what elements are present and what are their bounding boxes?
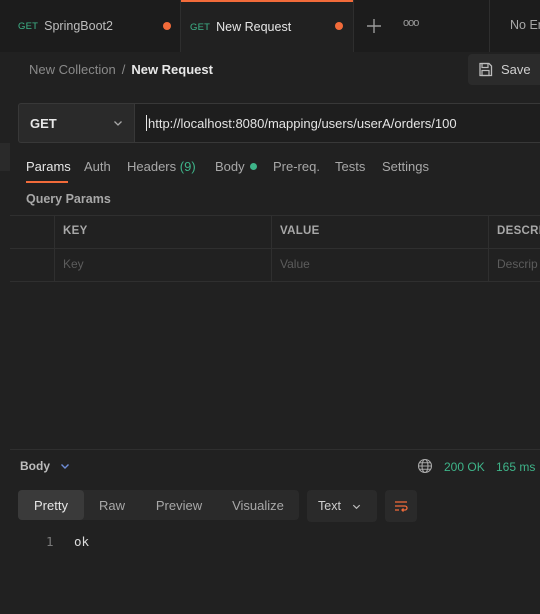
breadcrumb: New Collection / New Request — [29, 62, 213, 77]
table-border-top — [10, 215, 540, 216]
wrap-lines-button[interactable] — [385, 490, 417, 522]
tab-label: SpringBoot2 — [44, 19, 113, 33]
tab-label: New Request — [216, 20, 292, 34]
unsaved-dot-icon — [335, 22, 343, 30]
view-preview[interactable]: Preview — [145, 490, 213, 520]
table-col-divider — [488, 215, 489, 281]
view-pretty[interactable]: Pretty — [18, 490, 84, 520]
globe-icon[interactable] — [417, 458, 433, 477]
save-label: Save — [501, 62, 531, 77]
column-header-value: VALUE — [280, 225, 320, 237]
response-body-label: Body — [20, 459, 50, 473]
tab-headers-label: Headers — [127, 159, 177, 174]
view-raw[interactable]: Raw — [88, 490, 136, 520]
active-tab-underline — [26, 181, 68, 183]
table-border-mid — [10, 248, 540, 249]
tab-springboot2[interactable]: GET SpringBoot2 — [0, 0, 180, 52]
pane-divider[interactable] — [10, 449, 540, 450]
breadcrumb-separator: / — [121, 62, 126, 77]
table-border-bottom — [10, 281, 540, 282]
format-label: Text — [318, 499, 341, 513]
chevron-down-icon — [112, 117, 124, 132]
response-time[interactable]: 165 ms — [496, 460, 535, 474]
format-select[interactable]: Text — [307, 490, 377, 522]
tab-tests[interactable]: Tests — [335, 159, 365, 174]
tab-body[interactable]: Body — [215, 159, 257, 174]
url-text: http://localhost:8080/mapping/users/user… — [148, 115, 457, 131]
body-indicator-dot-icon — [249, 163, 257, 170]
wrap-lines-icon — [393, 498, 409, 514]
breadcrumb-request[interactable]: New Request — [131, 62, 213, 77]
breadcrumb-collection[interactable]: New Collection — [29, 62, 116, 77]
more-tabs-icon[interactable]: ooo — [403, 17, 419, 29]
tab-settings[interactable]: Settings — [382, 159, 429, 174]
tab-params[interactable]: Params — [26, 159, 71, 174]
headers-count: (9) — [179, 159, 196, 174]
tab-new-request[interactable]: GET New Request — [181, 0, 353, 52]
sidebar-edge — [0, 143, 10, 171]
tab-headers[interactable]: Headers (9) — [127, 159, 196, 174]
chevron-down-icon — [351, 501, 362, 512]
table-col-divider — [54, 215, 55, 281]
column-header-key: KEY — [63, 225, 88, 237]
tab-body-label: Body — [215, 159, 245, 174]
status-code[interactable]: 200 OK — [444, 460, 485, 474]
url-input[interactable]: http://localhost:8080/mapping/users/user… — [134, 103, 540, 143]
method-label: GET — [30, 115, 57, 131]
unsaved-dot-icon — [163, 22, 171, 30]
tab-divider — [489, 0, 490, 52]
line-number: 1 — [46, 534, 54, 549]
save-icon — [478, 62, 493, 77]
key-input[interactable]: Key — [63, 257, 84, 271]
value-input[interactable]: Value — [280, 257, 310, 271]
description-input[interactable]: Descrip — [497, 257, 538, 271]
tab-method: GET — [18, 20, 39, 32]
tab-method: GET — [190, 21, 211, 33]
text-cursor — [146, 115, 147, 131]
tab-auth[interactable]: Auth — [84, 159, 111, 174]
chevron-down-icon — [59, 460, 71, 472]
tab-prereq[interactable]: Pre-req. — [273, 159, 320, 174]
environment-selector[interactable]: No En — [510, 18, 540, 32]
method-select[interactable]: GET — [18, 103, 134, 143]
save-button[interactable]: Save — [468, 54, 540, 85]
table-col-divider — [271, 215, 272, 281]
query-params-title: Query Params — [26, 192, 111, 206]
column-header-description: DESCRI — [497, 225, 540, 237]
view-visualize[interactable]: Visualize — [223, 490, 293, 520]
new-tab-plus-icon[interactable] — [364, 16, 384, 36]
response-body-text[interactable]: ok — [74, 534, 89, 549]
response-body-selector[interactable]: Body — [20, 459, 71, 473]
tab-divider — [353, 0, 354, 52]
